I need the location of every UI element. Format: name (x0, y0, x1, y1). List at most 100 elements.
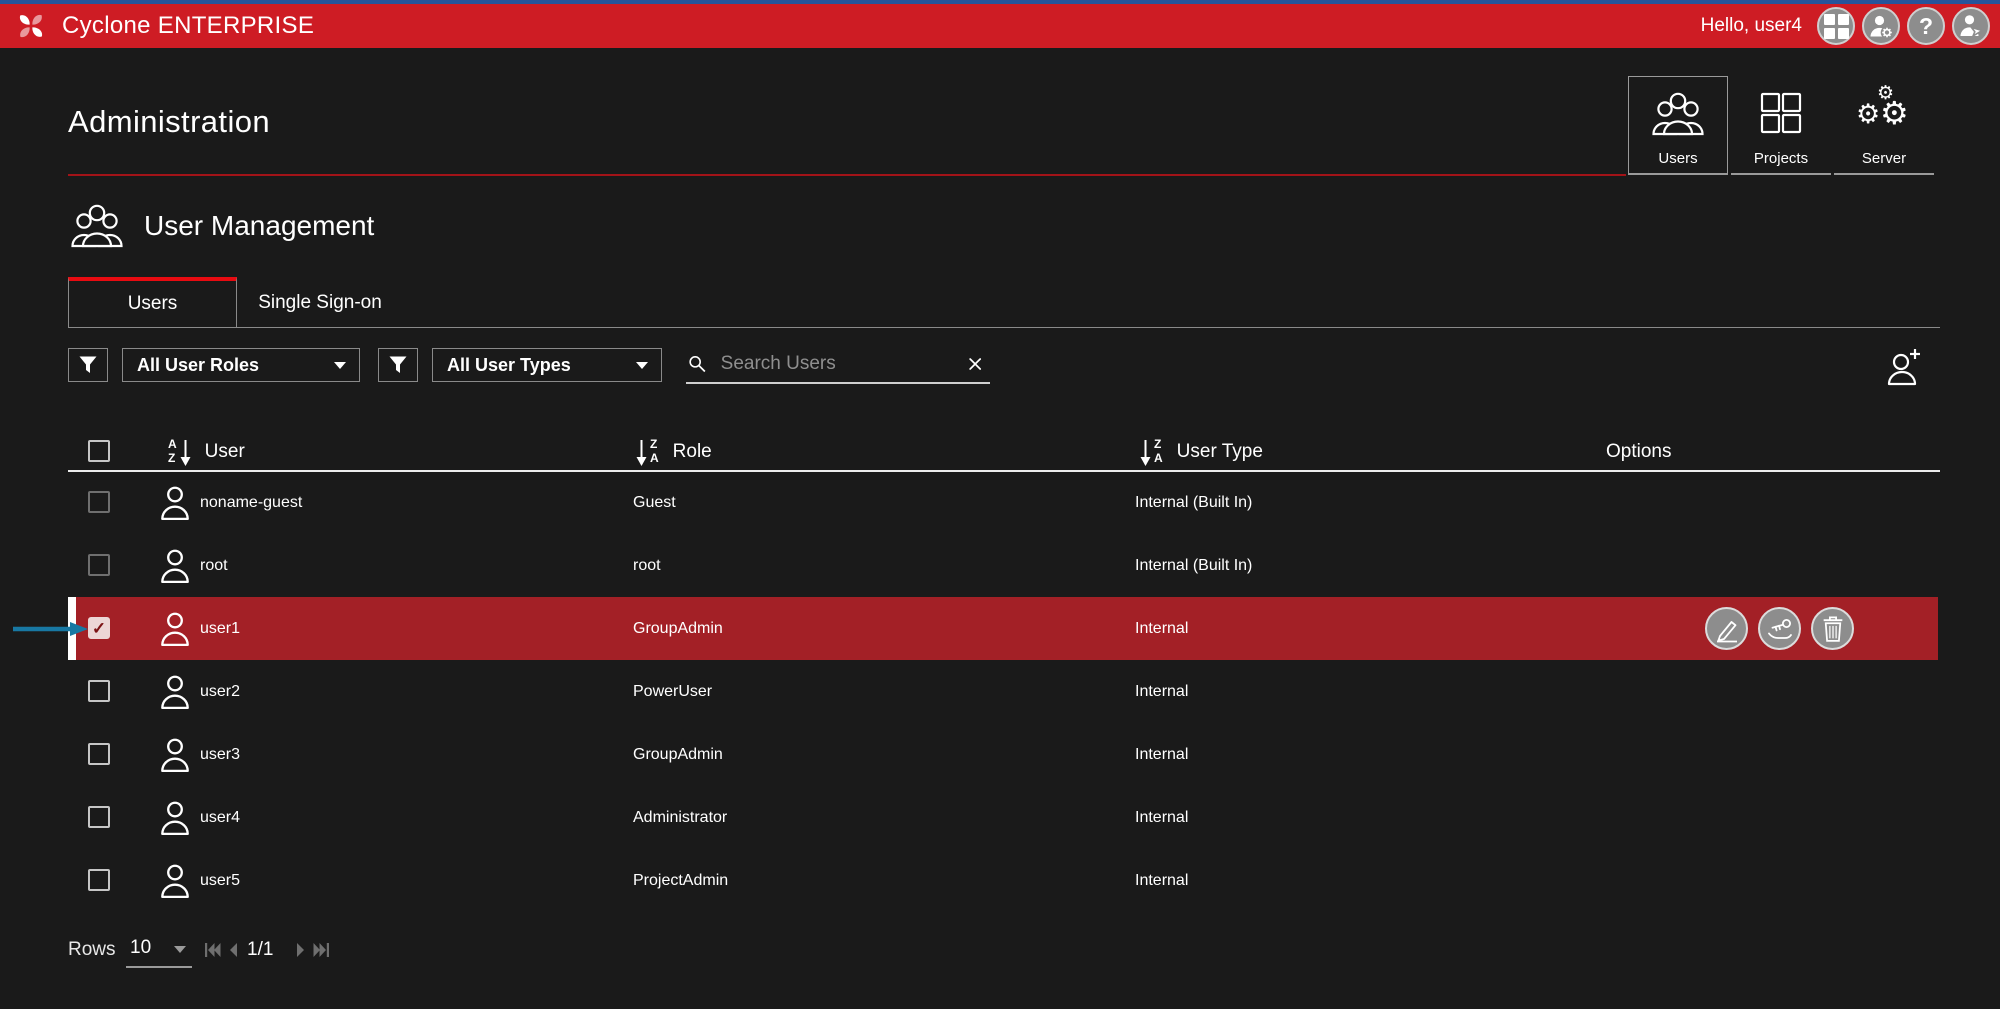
role-filter-button[interactable] (68, 348, 108, 382)
apps-grid-icon (1824, 14, 1849, 39)
cyclone-logo-icon (14, 9, 48, 43)
section-title: User Management (144, 210, 374, 242)
col-user-type-label: User Type (1177, 441, 1263, 463)
funnel-icon (78, 355, 98, 375)
table-row[interactable]: ✓ user4 Administrator Internal (76, 786, 1938, 849)
person-icon (158, 800, 192, 836)
permissions-button[interactable] (1758, 607, 1801, 650)
nav-item-projects[interactable]: Projects (1731, 76, 1831, 175)
user-types-select[interactable]: All User Types (432, 348, 662, 382)
sort-user-type[interactable]: ZA User Type (1140, 432, 1263, 471)
tab-single-sign-on[interactable]: Single Sign-on (237, 277, 403, 328)
table-row[interactable]: ✓ noname-guest Guest Internal (Built In) (76, 471, 1938, 534)
table-row[interactable]: ✓ user2 PowerUser Internal (76, 660, 1938, 723)
tab-sso-label: Single Sign-on (258, 292, 382, 314)
type-filter-button[interactable] (378, 348, 418, 382)
trash-icon (1820, 615, 1846, 643)
tab-users-label: Users (128, 293, 178, 315)
first-page-button[interactable] (204, 930, 221, 970)
nav-label-users: Users (1658, 150, 1697, 167)
nav-item-users[interactable]: Users (1628, 76, 1728, 175)
rows-per-page-value: 10 (130, 937, 151, 959)
funnel-icon (388, 355, 408, 375)
user-cell: user1 (200, 597, 240, 660)
user-management-icon (70, 203, 124, 249)
sort-az-icon: AZ (168, 437, 191, 467)
user-types-value: All User Types (447, 355, 571, 376)
tab-users[interactable]: Users (68, 277, 237, 328)
last-page-icon (313, 942, 330, 958)
next-page-button[interactable] (296, 930, 305, 970)
role-cell: root (633, 534, 661, 597)
user-cell: user2 (200, 660, 240, 723)
rows-per-page-select[interactable]: 10 (126, 930, 192, 968)
check-icon: ✓ (92, 620, 106, 637)
user-type-cell: Internal (1135, 723, 1188, 786)
row-checkbox[interactable]: ✓ (88, 491, 110, 513)
search-icon (688, 351, 707, 377)
pencil-icon (1713, 615, 1741, 643)
sign-out-icon (1959, 14, 1983, 38)
apps-grid-button[interactable] (1817, 7, 1855, 45)
select-all-checkbox[interactable]: ✓ (88, 440, 110, 462)
user-type-cell: Internal (1135, 849, 1188, 912)
delete-user-button[interactable] (1811, 607, 1854, 650)
account-settings-button[interactable] (1862, 7, 1900, 45)
col-options-label: Options (1606, 432, 1671, 471)
add-user-icon[interactable] (1884, 346, 1924, 386)
sort-role[interactable]: ZA Role (636, 432, 712, 471)
col-user-label: User (205, 441, 245, 463)
row-checkbox[interactable]: ✓ (88, 869, 110, 891)
user-roles-select[interactable]: All User Roles (122, 348, 360, 382)
row-checkbox[interactable]: ✓ (88, 806, 110, 828)
table-row[interactable]: ✓ user1 GroupAdmin Internal (76, 597, 1938, 660)
row-actions (1705, 607, 1854, 650)
application-window: Cyclone ENTERPRISE Hello, user4 (0, 0, 2000, 1009)
user-greeting: Hello, user4 (1701, 15, 1802, 37)
sort-user[interactable]: AZ User (168, 432, 245, 471)
rows-label: Rows (68, 930, 116, 970)
help-button[interactable]: ? (1907, 7, 1945, 45)
row-checkbox[interactable]: ✓ (88, 554, 110, 576)
person-icon (158, 737, 192, 773)
page-title: Administration (68, 104, 270, 140)
row-checkbox[interactable]: ✓ (88, 743, 110, 765)
user-type-cell: Internal (1135, 597, 1188, 660)
person-icon (158, 611, 192, 647)
chevron-down-icon (636, 362, 648, 369)
chevron-down-icon (174, 946, 186, 953)
previous-page-button[interactable] (229, 930, 238, 970)
user-cell: user5 (200, 849, 240, 912)
row-checkbox[interactable]: ✓ (88, 680, 110, 702)
table-row[interactable]: ✓ root root Internal (Built In) (76, 534, 1938, 597)
next-page-icon (296, 942, 305, 958)
key-hand-icon (1766, 615, 1794, 643)
user-type-cell: Internal (Built In) (1135, 534, 1252, 597)
sort-za-icon: ZA (1140, 437, 1163, 467)
user-gear-icon (1869, 14, 1894, 39)
role-cell: Guest (633, 471, 676, 534)
pagination-bar: Rows 10 1/1 (0, 930, 900, 970)
nav-item-server[interactable]: ⚙ ⚙ ⚙ Server (1834, 76, 1934, 175)
edit-user-button[interactable] (1705, 607, 1748, 650)
col-role-label: Role (673, 441, 712, 463)
role-cell: PowerUser (633, 660, 712, 723)
search-input[interactable] (719, 352, 968, 376)
sign-out-button[interactable] (1952, 7, 1990, 45)
user-type-cell: Internal (1135, 786, 1188, 849)
nav-label-projects: Projects (1754, 150, 1808, 167)
row-checkbox[interactable]: ✓ (88, 617, 110, 639)
table-row[interactable]: ✓ user3 GroupAdmin Internal (76, 723, 1938, 786)
table-row[interactable]: ✓ user5 ProjectAdmin Internal (76, 849, 1938, 912)
first-page-icon (204, 942, 221, 958)
page-indicator: 1/1 (247, 930, 273, 970)
last-page-button[interactable] (313, 930, 330, 970)
users-group-icon (1652, 91, 1704, 137)
user-cell: noname-guest (200, 471, 302, 534)
pointer-arrow (12, 621, 88, 637)
clear-search-icon[interactable] (968, 354, 982, 374)
title-divider (68, 174, 1626, 176)
user-type-cell: Internal (Built In) (1135, 471, 1252, 534)
nav-label-server: Server (1862, 150, 1906, 167)
user-type-cell: Internal (1135, 660, 1188, 723)
